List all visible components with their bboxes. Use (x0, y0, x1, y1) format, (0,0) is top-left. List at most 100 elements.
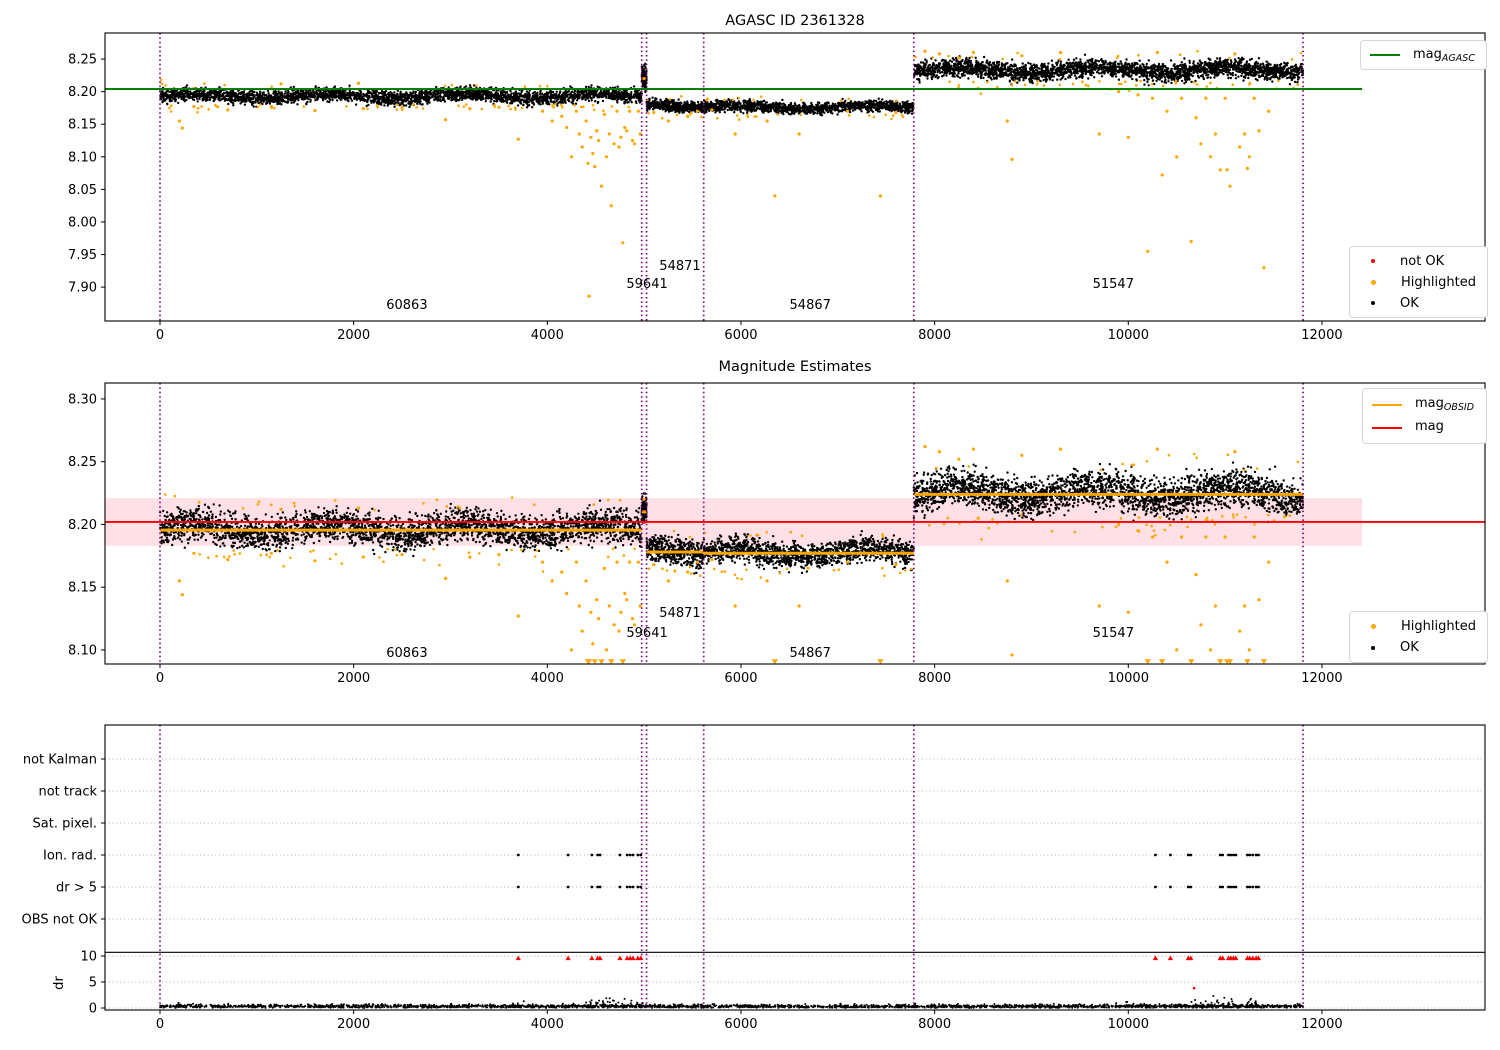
flag-row-label: Sat. pixel. (33, 817, 97, 832)
dr-axis-label: dr (52, 976, 67, 990)
clipped-low-triangle (619, 659, 627, 665)
orange-line-sample (1372, 403, 1402, 406)
axes-frame (104, 32, 1486, 322)
x-tick-label: 8000 (918, 328, 951, 343)
x-tick-label: 4000 (531, 1017, 564, 1032)
y-tick-label: 7.90 (68, 281, 97, 296)
obsid-label: 60863 (386, 646, 427, 661)
legend-row-not-ok: not OK (1359, 254, 1477, 269)
legend-row-mag-agasc: magAGASC (1370, 47, 1476, 64)
y-tick-label: 8.10 (68, 643, 97, 658)
x-tick-label: 6000 (724, 671, 757, 686)
legend-label-not-ok: not OK (1400, 253, 1445, 269)
dr-clipped-marker (1152, 955, 1159, 961)
obsid-label: 54871 (659, 259, 700, 274)
dr-tick-label: 0 (89, 1002, 97, 1017)
y-tick-label: 8.15 (68, 118, 97, 133)
obsid-label: 54871 (659, 606, 700, 621)
legend-label-mag-agasc: magAGASC (1413, 46, 1475, 64)
obsid-label: 51547 (1093, 277, 1134, 292)
x-tick-label: 0 (156, 1017, 164, 1032)
x-tick-label: 10000 (1108, 1017, 1149, 1032)
y-tick-label: 8.20 (68, 85, 97, 100)
scatter-points-ok-54867 (702, 97, 915, 117)
x-tick-label: 6000 (724, 328, 757, 343)
clipped-low-triangle (598, 659, 605, 665)
green-line-sample (1370, 54, 1400, 56)
scatter-points-ok-51547 (913, 53, 1305, 87)
dr-tick-label: 10 (80, 950, 97, 965)
top-chart-title: AGASC ID 2361328 (725, 13, 865, 29)
obsid-label: 54867 (790, 646, 831, 661)
legend-label-mag-obsid: magOBSID (1415, 396, 1475, 413)
clipped-low-triangle (877, 659, 884, 665)
red-line-sample (1372, 426, 1402, 429)
legend-mag-lines: magOBSID mag (1362, 388, 1487, 444)
legend-row-highlighted: Highlighted (1359, 275, 1477, 290)
legend-mag-agasc: magAGASC (1360, 40, 1487, 70)
legend-label-mag: mag (1415, 419, 1444, 434)
legend-label-highlighted-2: Highlighted (1401, 619, 1476, 634)
x-tick-label: 8000 (918, 671, 951, 686)
flag-row-label: OBS not OK (22, 913, 98, 928)
clipped-low-triangle (1144, 659, 1151, 665)
scatter-points-highlighted (177, 445, 1271, 657)
dr-tick-label: 5 (89, 976, 97, 991)
legend-label-highlighted: Highlighted (1401, 274, 1476, 290)
clipped-low-triangle (1188, 659, 1195, 665)
clipped-low-triangle (591, 659, 598, 665)
scatter-points-ok-54871 (645, 96, 705, 114)
obsid-label: 54867 (790, 298, 831, 313)
middle-chart-title: Magnitude Estimates (718, 359, 872, 375)
x-tick-label: 2000 (337, 328, 370, 343)
legend-row-ok: OK (1359, 296, 1477, 311)
flag-points (516, 853, 1260, 889)
legend-row-mag-obsid: magOBSID (1372, 396, 1476, 413)
clipped-low-triangle (608, 659, 615, 665)
figure: 60863 59641 54871 54867 51547 0 2000 4000 6000 80… (0, 0, 1500, 1050)
legend-row-highlighted-2: Highlighted (1359, 619, 1477, 634)
y-tick-label: 8.15 (68, 581, 97, 596)
y-tick-label: 8.25 (68, 455, 97, 470)
dr-clipped-marker (565, 955, 571, 961)
axes-frame (104, 724, 1486, 1011)
x-tick-label: 0 (156, 671, 164, 686)
flag-row-label: not Kalman (23, 753, 97, 768)
clipped-low-triangle (1244, 659, 1251, 665)
clipped-low-triangle (771, 659, 779, 665)
x-tick-label: 12000 (1301, 328, 1342, 343)
x-tick-label: 4000 (531, 328, 564, 343)
x-tick-label: 10000 (1108, 671, 1149, 686)
ok-dot-sample-2 (1371, 645, 1375, 650)
legend-middle-points: Highlighted OK (1349, 611, 1488, 663)
clipped-low-triangle (1260, 659, 1268, 665)
highlighted-dot-sample (1371, 279, 1376, 285)
y-tick-label: 8.30 (68, 392, 97, 407)
clipped-low-triangle (1158, 659, 1166, 665)
x-tick-label: 0 (156, 328, 164, 343)
flag-row-label: Ion. rad. (43, 849, 97, 864)
obsid-label: 59641 (626, 626, 667, 641)
x-tick-label: 10000 (1108, 328, 1149, 343)
y-tick-label: 8.10 (68, 150, 97, 165)
legend-top-points: not OK Highlighted OK (1349, 246, 1488, 318)
legend-row-mag: mag (1372, 419, 1476, 436)
legend-row-ok-2: OK (1359, 640, 1477, 655)
x-tick-label: 4000 (531, 671, 564, 686)
legend-label-ok: OK (1400, 295, 1419, 311)
dr-clipped-marker (1167, 955, 1174, 961)
not-ok-dot-sample (1371, 259, 1375, 263)
y-tick-label: 8.00 (68, 215, 97, 230)
obsid-label: 59641 (626, 277, 667, 292)
dr-clipped-marker (589, 955, 595, 961)
x-tick-label: 2000 (337, 1017, 370, 1032)
legend-label-ok-2: OK (1400, 640, 1419, 655)
x-tick-label: 6000 (724, 1017, 757, 1032)
y-tick-label: 8.20 (68, 518, 97, 533)
plots-canvas: 60863 59641 54871 54867 51547 0 2000 4000 6000 80… (22, 32, 1486, 1032)
flag-row-label: dr > 5 (56, 881, 97, 896)
x-tick-label: 2000 (337, 671, 370, 686)
dr-points-ok (159, 995, 1304, 1009)
scatter-points-highlighted (177, 49, 1271, 298)
x-tick-label: 12000 (1301, 671, 1342, 686)
